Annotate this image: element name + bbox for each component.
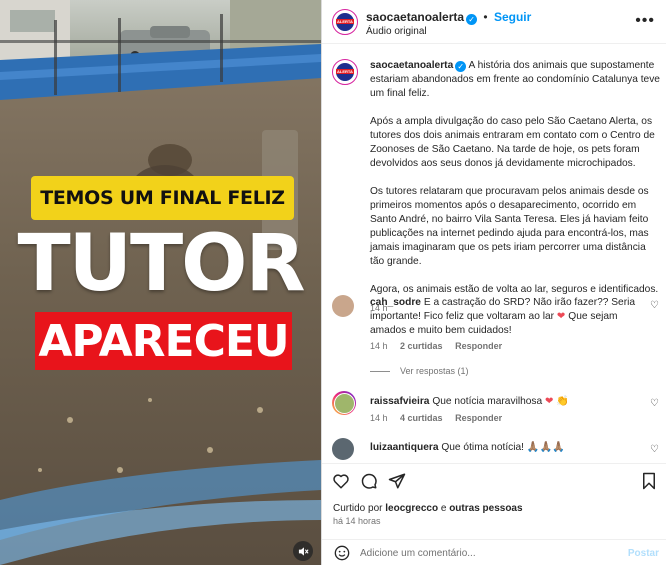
liked-joiner: e bbox=[440, 503, 447, 514]
like-heart-icon[interactable] bbox=[332, 472, 350, 490]
profile-avatar[interactable]: ALERTA bbox=[332, 9, 358, 35]
clap-emoji-icon: 👏 bbox=[556, 396, 570, 407]
speaker-muted-icon bbox=[298, 546, 309, 556]
comment-time: 14 h bbox=[370, 341, 388, 351]
video-player[interactable]: TEMOS UM FINAL FELIZ TUTOR APARECEU bbox=[0, 0, 321, 565]
post-header: ALERTA saocaetanoalerta ✓ • Seguir Áudio … bbox=[322, 0, 666, 44]
like-comment-heart-icon[interactable]: ♡ bbox=[650, 398, 659, 409]
caption-username[interactable]: saocaetanoalerta bbox=[370, 60, 453, 71]
caption-avatar[interactable]: ALERTA bbox=[332, 59, 358, 85]
pray-emoji-icon: 🙏🏽🙏🏽🙏🏽 bbox=[526, 442, 565, 453]
post-caption: saocaetanoalerta ✓ A história dos animais… bbox=[370, 59, 660, 315]
headline-big-text: TUTOR bbox=[17, 219, 305, 309]
header-user-line: saocaetanoalerta ✓ • Seguir bbox=[366, 10, 531, 25]
comment-username[interactable]: luizaantiquera bbox=[370, 442, 439, 453]
view-replies-label: Ver respostas (1) bbox=[400, 366, 469, 376]
comment-likes[interactable]: 4 curtidas bbox=[400, 413, 443, 423]
like-comment-heart-icon[interactable]: ♡ bbox=[650, 300, 659, 311]
reply-button[interactable]: Responder bbox=[455, 341, 502, 351]
comments-scroll[interactable]: ALERTA saocaetanoalerta ✓ A história dos … bbox=[322, 45, 666, 463]
comment-text: Que ótima notícia! bbox=[441, 442, 525, 453]
liked-others[interactable]: outras pessoas bbox=[449, 503, 522, 514]
comment-text: Que notícia maravilhosa bbox=[432, 396, 543, 407]
reply-button[interactable]: Responder bbox=[455, 413, 502, 423]
caption-paragraph-2: Após a ampla divulgação do caso pelo São… bbox=[370, 116, 655, 169]
header-username[interactable]: saocaetanoalerta bbox=[366, 10, 464, 24]
more-dots-icon[interactable]: ••• bbox=[635, 12, 655, 30]
emoji-smiley-icon[interactable] bbox=[334, 545, 350, 561]
action-bar: Curtido por leocgrecco e outras pessoas … bbox=[322, 463, 666, 539]
verified-badge-icon: ✓ bbox=[466, 14, 478, 25]
comment-item: raissafvieira Que notícia maravilhosa ❤ … bbox=[370, 395, 640, 409]
commenter-avatar[interactable] bbox=[332, 438, 354, 460]
comment-bubble-icon[interactable] bbox=[360, 472, 378, 490]
share-send-icon[interactable] bbox=[388, 472, 406, 490]
post-panel: ALERTA saocaetanoalerta ✓ • Seguir Áudio … bbox=[321, 0, 666, 565]
comment-username[interactable]: cah_sodre bbox=[370, 297, 421, 308]
comment-item: luizaantiquera Que ótima notícia! 🙏🏽🙏🏽🙏🏽 bbox=[370, 441, 640, 455]
bookmark-icon[interactable] bbox=[641, 472, 657, 490]
caption-paragraph-4: Agora, os animais estão de volta ao lar,… bbox=[370, 284, 659, 295]
headline-text: TEMOS UM FINAL FELIZ bbox=[40, 187, 285, 209]
follow-separator: • bbox=[483, 10, 488, 24]
red-heart-emoji-icon: ❤ bbox=[556, 311, 566, 322]
liked-user[interactable]: leocgrecco bbox=[385, 503, 438, 514]
follow-button[interactable]: Seguir bbox=[494, 10, 531, 24]
audio-label[interactable]: Áudio original bbox=[366, 26, 427, 37]
comment-username[interactable]: raissafvieira bbox=[370, 396, 429, 407]
comment-meta: 14 h 2 curtidas Responder bbox=[370, 341, 502, 351]
liked-by: Curtido por leocgrecco e outras pessoas bbox=[333, 503, 523, 514]
mute-button[interactable] bbox=[293, 541, 313, 561]
comment-meta: 14 h 4 curtidas Responder bbox=[370, 413, 502, 423]
heart-emoji-icon: ❤ bbox=[545, 396, 554, 407]
verified-badge-icon: ✓ bbox=[455, 61, 467, 72]
like-comment-heart-icon[interactable]: ♡ bbox=[650, 444, 659, 455]
headline-red-text: APARECEU bbox=[38, 315, 289, 367]
post-time-ago: há 14 horas bbox=[333, 516, 381, 526]
headline-banner: TEMOS UM FINAL FELIZ bbox=[31, 176, 294, 220]
comment-composer: Adicione um comentário... Postar bbox=[322, 539, 666, 565]
commenter-avatar[interactable] bbox=[332, 295, 354, 317]
comment-time: 14 h bbox=[370, 413, 388, 423]
post-comment-button[interactable]: Postar bbox=[628, 548, 659, 559]
liked-prefix: Curtido por bbox=[333, 503, 383, 514]
comment-likes[interactable]: 2 curtidas bbox=[400, 341, 443, 351]
view-replies[interactable]: Ver respostas (1) bbox=[370, 366, 469, 376]
comment-item: cah_sodre E a castração do SRD? Não irão… bbox=[370, 296, 640, 338]
comment-input[interactable]: Adicione um comentário... bbox=[360, 548, 476, 559]
headline-red-banner: APARECEU bbox=[35, 312, 292, 370]
caption-paragraph-3: Os tutores relataram que procuravam pelo… bbox=[370, 186, 649, 267]
commenter-avatar[interactable] bbox=[332, 391, 356, 415]
